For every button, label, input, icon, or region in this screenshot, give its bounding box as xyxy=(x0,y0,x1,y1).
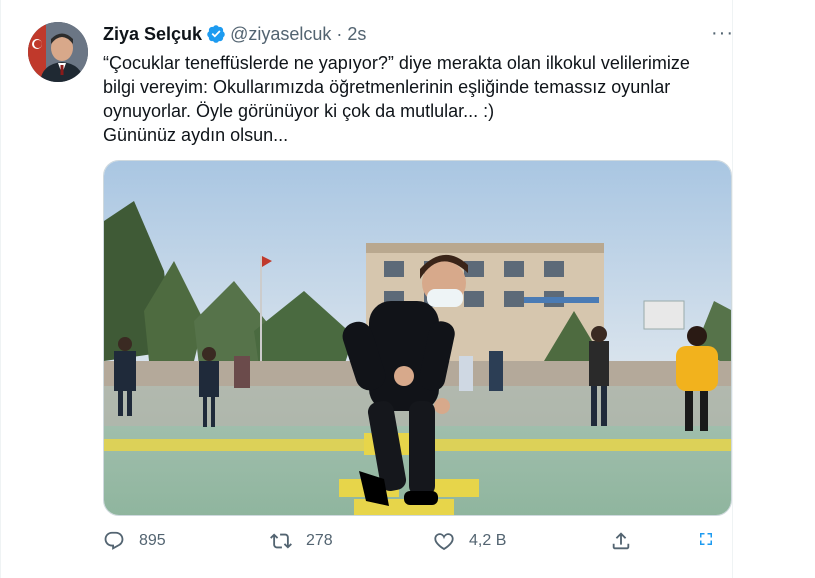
tweet-card: Ziya Selçuk @ziyaselcuk · 2s ··· “Çocukl… xyxy=(0,0,733,578)
retweet-button[interactable]: 278 xyxy=(270,530,333,552)
more-options-icon[interactable]: ··· xyxy=(711,22,734,45)
retweet-count: 278 xyxy=(306,532,333,549)
tweet-text: “Çocuklar teneffüslerde ne yapıyor?” diy… xyxy=(103,51,733,147)
reply-icon xyxy=(104,531,124,550)
author-name[interactable]: Ziya Selçuk xyxy=(103,22,202,46)
tweet-text-line: “Çocuklar teneffüslerde ne yapıyor?” diy… xyxy=(103,53,690,73)
like-button[interactable]: 4,2 B xyxy=(433,530,506,552)
tweet-timestamp[interactable]: 2s xyxy=(347,22,366,46)
avatar[interactable] xyxy=(28,22,88,82)
separator-dot: · xyxy=(336,24,343,44)
tweet-actions: 895 278 4,2 B xyxy=(103,530,723,558)
tweet-photo[interactable] xyxy=(103,160,732,516)
verified-badge-icon xyxy=(206,24,226,44)
tweet-header: Ziya Selçuk @ziyaselcuk · 2s xyxy=(103,22,366,46)
share-button[interactable] xyxy=(610,530,646,552)
retweet-icon xyxy=(270,533,292,549)
expand-button[interactable] xyxy=(697,530,729,548)
tweet-text-line: oynuyorlar. Öyle görünüyor ki çok da mut… xyxy=(103,101,495,121)
share-icon xyxy=(612,532,630,550)
expand-icon xyxy=(700,533,712,545)
reply-button[interactable]: 895 xyxy=(103,530,166,552)
reply-count: 895 xyxy=(139,532,166,549)
author-handle[interactable]: @ziyaselcuk xyxy=(230,22,331,46)
tweet-text-line: Gününüz aydın olsun... xyxy=(103,125,289,145)
tweet-text-line: bilgi vereyim: Okullarımızda öğretmenler… xyxy=(103,77,671,97)
heart-icon xyxy=(434,533,454,551)
like-count: 4,2 B xyxy=(469,532,507,549)
